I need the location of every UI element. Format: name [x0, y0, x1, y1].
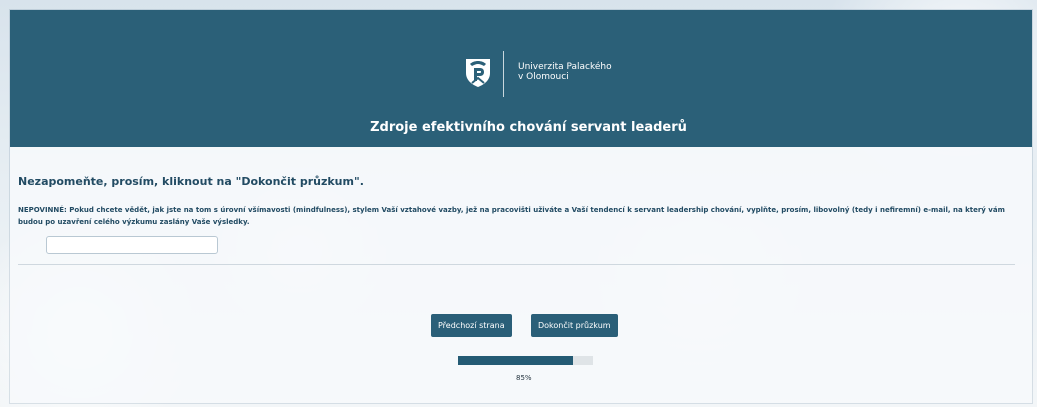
optional-email-question: NEPOVINNÉ: Pokud chcete vědět, jak jste … — [18, 206, 1005, 226]
email-input[interactable] — [46, 236, 218, 254]
survey-title: Zdroje efektivního chování servant leade… — [370, 120, 687, 135]
university-crest-icon — [466, 59, 490, 87]
university-name-line-1: Univerzita Palackého — [518, 62, 612, 72]
previous-page-button[interactable]: Předchozí strana — [431, 314, 512, 337]
survey-content: Nezapomeňte, prosím, kliknout na "Dokonč… — [10, 147, 1032, 403]
survey-progress-bar — [458, 356, 593, 365]
survey-header: Univerzita Palackého v Olomouci Zdroje e… — [10, 10, 1032, 147]
survey-progress-fill — [458, 356, 573, 365]
header-divider — [503, 51, 504, 97]
survey-progress-label: 85% — [516, 374, 532, 382]
university-name: Univerzita Palackého v Olomouci — [518, 62, 612, 82]
university-name-line-2: v Olomouci — [518, 72, 569, 82]
section-divider — [18, 264, 1015, 265]
finish-reminder: Nezapomeňte, prosím, kliknout na "Dokonč… — [18, 175, 364, 188]
finish-survey-button[interactable]: Dokončit průzkum — [531, 314, 618, 337]
